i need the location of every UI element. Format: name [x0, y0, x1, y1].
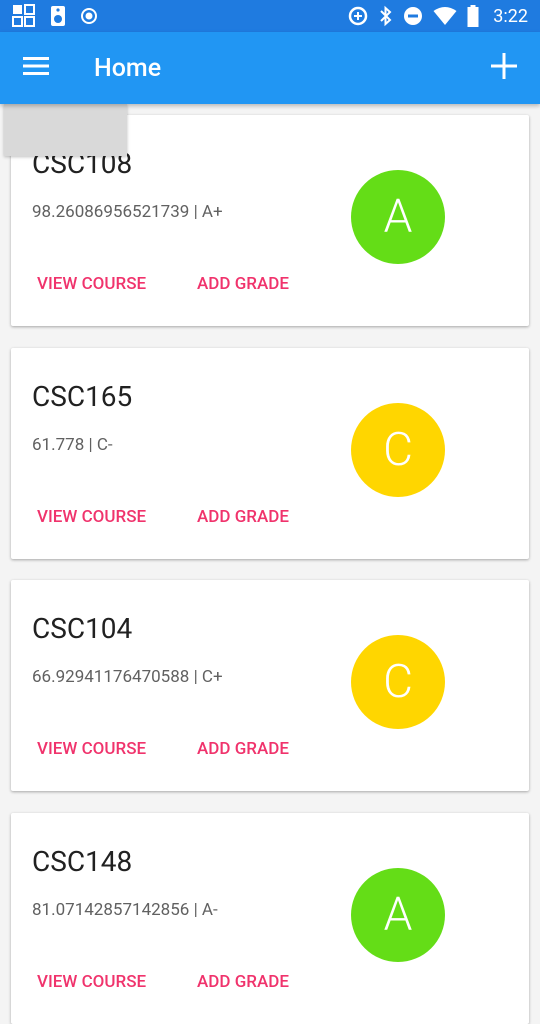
- menu-button[interactable]: [0, 32, 72, 104]
- add-course-button[interactable]: [468, 32, 540, 104]
- status-right-icons: 3:22: [347, 5, 528, 27]
- course-name: CSC165: [32, 380, 133, 413]
- add-grade-button[interactable]: ADD GRADE: [191, 968, 295, 996]
- view-course-button[interactable]: VIEW COURSE: [31, 503, 152, 531]
- course-name: CSC148: [32, 845, 133, 878]
- course-card[interactable]: CSC165 61.778 | C- VIEW COURSE ADD GRADE…: [11, 348, 529, 559]
- wifi-icon: [433, 6, 457, 26]
- touch-ripple-overlay: [4, 104, 127, 156]
- plus-icon: [490, 52, 518, 84]
- course-card[interactable]: CSC104 66.92941176470588 | C+ VIEW COURS…: [11, 580, 529, 791]
- status-left-icons: [12, 4, 98, 28]
- do-not-disturb-icon: [403, 6, 423, 26]
- course-grade-detail: 98.26086956521739 | A+: [32, 202, 223, 222]
- bluetooth-icon: [379, 5, 393, 27]
- battery-icon: [467, 5, 479, 27]
- hamburger-menu-icon: [23, 56, 49, 80]
- record-icon: [80, 7, 98, 25]
- status-bar: 3:22: [0, 0, 540, 32]
- course-card[interactable]: CSC148 81.07142857142856 | A- VIEW COURS…: [11, 813, 529, 1024]
- add-grade-button[interactable]: ADD GRADE: [191, 270, 295, 298]
- view-course-button[interactable]: VIEW COURSE: [31, 968, 152, 996]
- course-grade-detail: 61.778 | C-: [32, 435, 113, 455]
- add-grade-button[interactable]: ADD GRADE: [191, 735, 295, 763]
- grade-letter-badge: A: [351, 868, 445, 962]
- course-name: CSC104: [32, 612, 133, 645]
- speaker-icon: [50, 5, 66, 27]
- data-saver-icon: [347, 5, 369, 27]
- status-time: 3:22: [493, 5, 528, 27]
- view-course-button[interactable]: VIEW COURSE: [31, 270, 152, 298]
- grid-icon: [12, 4, 36, 28]
- add-grade-button[interactable]: ADD GRADE: [191, 503, 295, 531]
- grade-letter-badge: A: [351, 170, 445, 264]
- course-grade-detail: 81.07142857142856 | A-: [32, 900, 218, 920]
- page-title: Home: [94, 53, 162, 83]
- view-course-button[interactable]: VIEW COURSE: [31, 735, 152, 763]
- app-bar: Home: [0, 32, 540, 104]
- grade-letter-badge: C: [351, 403, 445, 497]
- course-grade-detail: 66.92941176470588 | C+: [32, 667, 223, 687]
- grade-letter-badge: C: [351, 635, 445, 729]
